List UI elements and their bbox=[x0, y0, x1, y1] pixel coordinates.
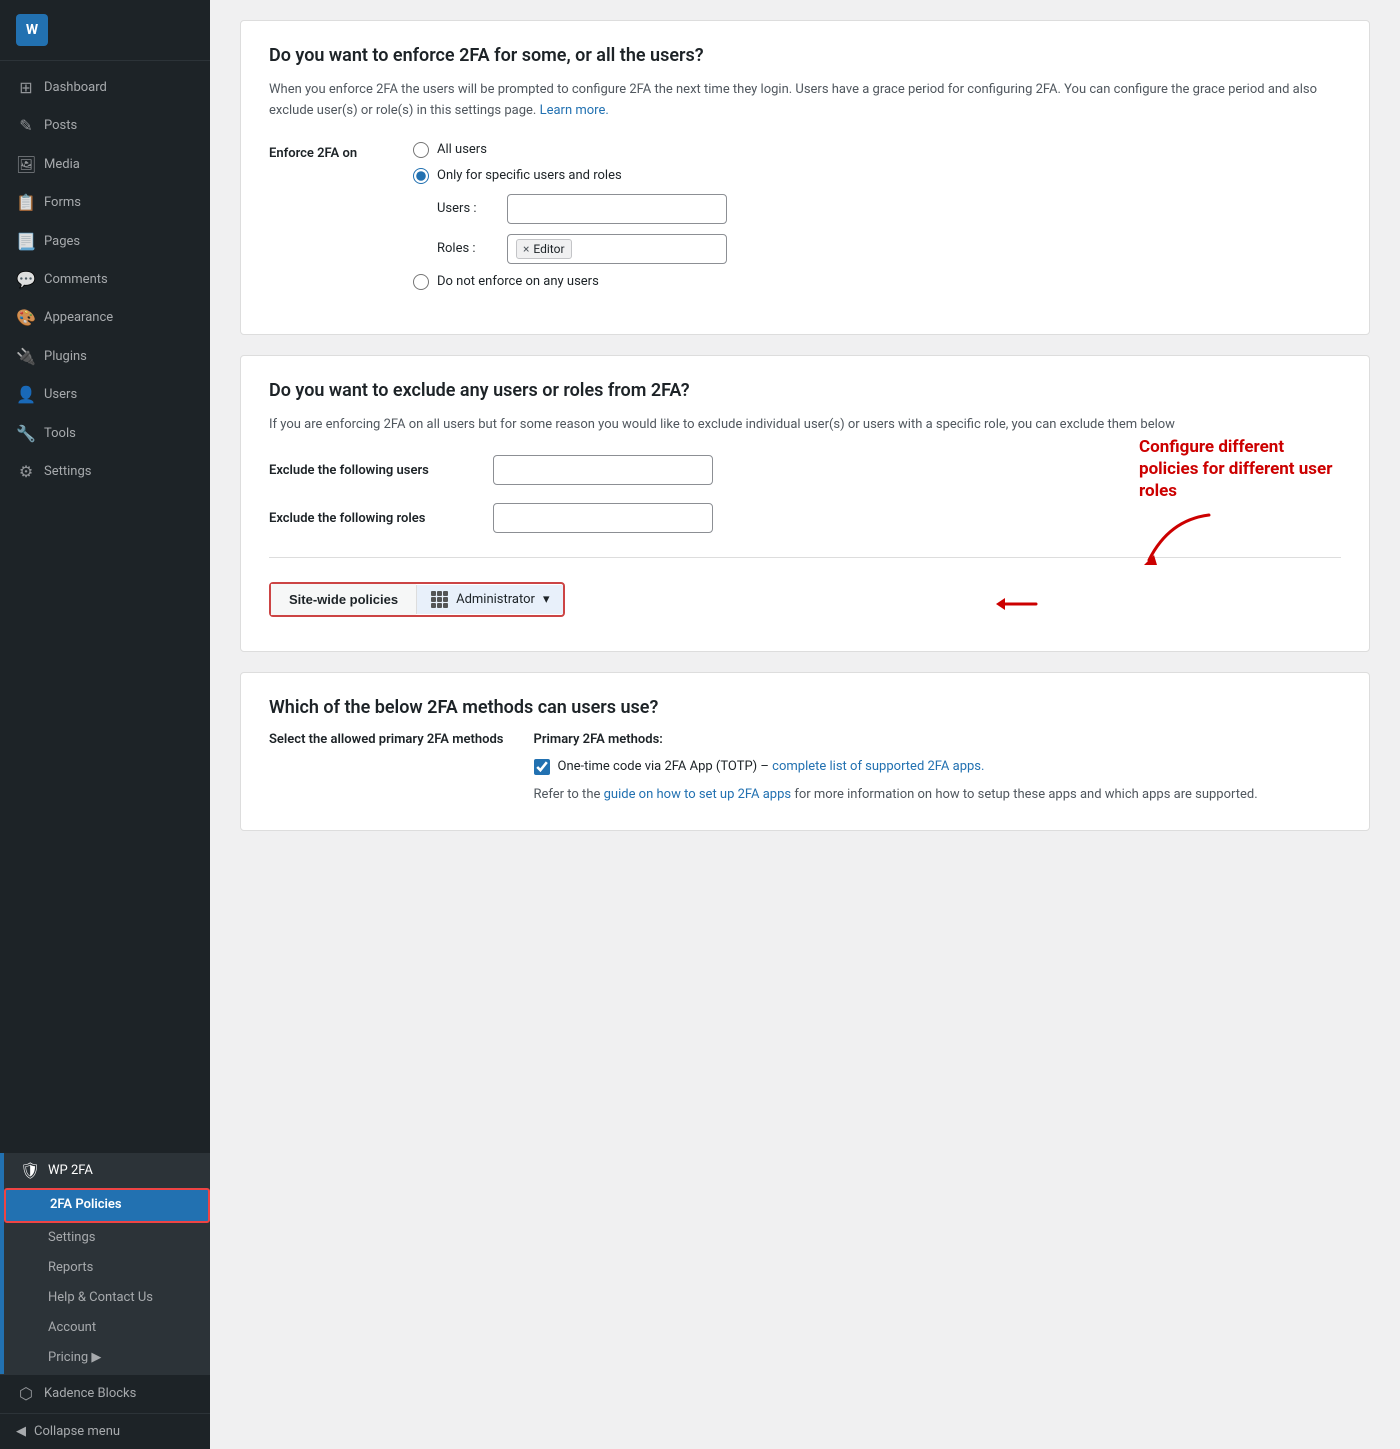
enforce-on-row: Enforce 2FA on All users Only for specif… bbox=[269, 142, 1341, 290]
settings-icon: ⚙ bbox=[16, 461, 36, 483]
roles-label: Roles : bbox=[437, 241, 497, 256]
enforce-label: Enforce 2FA on bbox=[269, 142, 389, 161]
radio-no-enforce-input[interactable] bbox=[413, 274, 429, 290]
methods-controls: Primary 2FA methods: One-time code via 2… bbox=[534, 732, 1258, 805]
totp-checkbox-row: One-time code via 2FA App (TOTP) – compl… bbox=[534, 757, 1258, 777]
radio-all-users-input[interactable] bbox=[413, 142, 429, 158]
select-methods-label: Select the allowed primary 2FA methods bbox=[269, 732, 504, 747]
sidebar-item-plugins[interactable]: 🔌Plugins bbox=[0, 338, 210, 376]
sidebar-item-appearance[interactable]: 🎨Appearance bbox=[0, 299, 210, 337]
comments-icon: 💬 bbox=[16, 269, 36, 291]
roles-input[interactable]: × Editor bbox=[507, 234, 727, 264]
sidebar-item-account[interactable]: Account bbox=[4, 1313, 210, 1343]
users-field: Users : bbox=[437, 194, 727, 224]
radio-all-users[interactable]: All users bbox=[413, 142, 727, 158]
exclude-roles-input[interactable] bbox=[493, 503, 713, 533]
sidebar-item-tools[interactable]: 🔧Tools bbox=[0, 415, 210, 453]
policy-tabs-bar: Site-wide policies Administrator ▾ bbox=[269, 582, 565, 617]
setup-guide-link[interactable]: guide on how to set up 2FA apps bbox=[604, 787, 792, 802]
wp-logo-icon: W bbox=[16, 14, 48, 46]
enforce-description: When you enforce 2FA the users will be p… bbox=[269, 80, 1341, 122]
sidebar-item-users[interactable]: 👤Users bbox=[0, 376, 210, 414]
enforce-title: Do you want to enforce 2FA for some, or … bbox=[269, 45, 1341, 66]
tools-icon: 🔧 bbox=[16, 423, 36, 445]
exclude-users-label: Exclude the following users bbox=[269, 463, 469, 478]
users-label: Users : bbox=[437, 201, 497, 216]
wp-logo: W bbox=[0, 0, 210, 61]
appearance-icon: 🎨 bbox=[16, 307, 36, 329]
exclude-users-row: Exclude the following users Configure di… bbox=[269, 455, 1341, 485]
annotation: Configure different policies for differe… bbox=[1139, 436, 1339, 570]
collapse-icon: ◀ bbox=[16, 1424, 26, 1439]
kadence-icon: ⬡ bbox=[16, 1383, 36, 1405]
sidebar-item-2fa-policies[interactable]: 2FA Policies bbox=[4, 1188, 210, 1222]
learn-more-link[interactable]: Learn more. bbox=[540, 103, 609, 118]
totp-checkbox[interactable] bbox=[534, 759, 550, 775]
exclude-roles-label: Exclude the following roles bbox=[269, 511, 469, 526]
methods-title: Which of the below 2FA methods can users… bbox=[269, 697, 1341, 718]
wp2fa-section: 🛡 WP 2FA 2FA Policies Settings Reports H… bbox=[0, 1153, 210, 1373]
roles-field: Roles : × Editor bbox=[437, 234, 727, 264]
main-content: Do you want to enforce 2FA for some, or … bbox=[210, 0, 1400, 1449]
users-icon: 👤 bbox=[16, 384, 36, 406]
plugins-icon: 🔌 bbox=[16, 346, 36, 368]
totp-link[interactable]: complete list of supported 2FA apps. bbox=[772, 759, 984, 774]
dashboard-icon: ⊞ bbox=[16, 77, 36, 99]
sidebar-item-2fa-settings[interactable]: Settings bbox=[4, 1223, 210, 1253]
users-input[interactable] bbox=[507, 194, 727, 224]
sidebar-menu: ⊞Dashboard ✎Posts 🖼Media 📋Forms 📃Pages 💬… bbox=[0, 61, 210, 1153]
pages-icon: 📃 bbox=[16, 231, 36, 253]
hint-text: Refer to the guide on how to set up 2FA … bbox=[534, 785, 1258, 806]
exclude-description: If you are enforcing 2FA on all users bu… bbox=[269, 415, 1341, 436]
sidebar-item-pages[interactable]: 📃Pages bbox=[0, 223, 210, 261]
enforce-controls: All users Only for specific users and ro… bbox=[413, 142, 727, 290]
sidebar-item-settings[interactable]: ⚙Settings bbox=[0, 453, 210, 491]
sidebar-item-pricing[interactable]: Pricing ▶ bbox=[4, 1343, 210, 1373]
collapse-menu-button[interactable]: ◀ Collapse menu bbox=[0, 1413, 210, 1449]
tab-arrow bbox=[991, 584, 1041, 624]
editor-tag: × Editor bbox=[516, 239, 572, 259]
primary-methods-label: Primary 2FA methods: bbox=[534, 732, 1258, 747]
methods-section: Which of the below 2FA methods can users… bbox=[240, 672, 1370, 830]
sidebar-item-comments[interactable]: 💬Comments bbox=[0, 261, 210, 299]
site-wide-tab[interactable]: Site-wide policies bbox=[271, 584, 416, 615]
radio-no-enforce[interactable]: Do not enforce on any users bbox=[413, 274, 727, 290]
sidebar-item-reports[interactable]: Reports bbox=[4, 1253, 210, 1283]
administrator-tab[interactable]: Administrator ▾ bbox=[416, 585, 563, 614]
enforce-section: Do you want to enforce 2FA for some, or … bbox=[240, 20, 1370, 335]
methods-row: Select the allowed primary 2FA methods P… bbox=[269, 732, 1341, 805]
annotation-text: Configure different policies for differe… bbox=[1139, 436, 1339, 502]
sidebar-item-dashboard[interactable]: ⊞Dashboard bbox=[0, 69, 210, 107]
sidebar: W ⊞Dashboard ✎Posts 🖼Media 📋Forms 📃Pages… bbox=[0, 0, 210, 1449]
totp-label: One-time code via 2FA App (TOTP) – compl… bbox=[558, 757, 985, 777]
sidebar-item-forms[interactable]: 📋Forms bbox=[0, 184, 210, 222]
annotation-arrow bbox=[1139, 510, 1219, 570]
radio-specific-users-input[interactable] bbox=[413, 168, 429, 184]
exclude-title: Do you want to exclude any users or role… bbox=[269, 380, 1341, 401]
forms-icon: 📋 bbox=[16, 192, 36, 214]
exclude-section: Do you want to exclude any users or role… bbox=[240, 355, 1370, 653]
sidebar-item-posts[interactable]: ✎Posts bbox=[0, 107, 210, 145]
sidebar-item-help[interactable]: Help & Contact Us bbox=[4, 1283, 210, 1313]
posts-icon: ✎ bbox=[16, 115, 36, 137]
grid-icon bbox=[431, 591, 448, 608]
media-icon: 🖼 bbox=[16, 154, 36, 176]
exclude-users-input[interactable] bbox=[493, 455, 713, 485]
radio-specific-users[interactable]: Only for specific users and roles bbox=[413, 168, 727, 184]
policy-tabs-container: Site-wide policies Administrator ▾ bbox=[269, 582, 565, 617]
wp2fa-submenu: 2FA Policies Settings Reports Help & Con… bbox=[4, 1188, 210, 1373]
sidebar-item-media[interactable]: 🖼Media bbox=[0, 146, 210, 184]
tab-arrow-svg bbox=[991, 584, 1041, 624]
wp2fa-icon: 🛡 bbox=[20, 1161, 40, 1180]
remove-editor-tag[interactable]: × bbox=[523, 242, 529, 256]
wp2fa-header[interactable]: 🛡 WP 2FA bbox=[4, 1153, 210, 1188]
sidebar-item-kadence[interactable]: ⬡ Kadence Blocks bbox=[0, 1374, 210, 1413]
